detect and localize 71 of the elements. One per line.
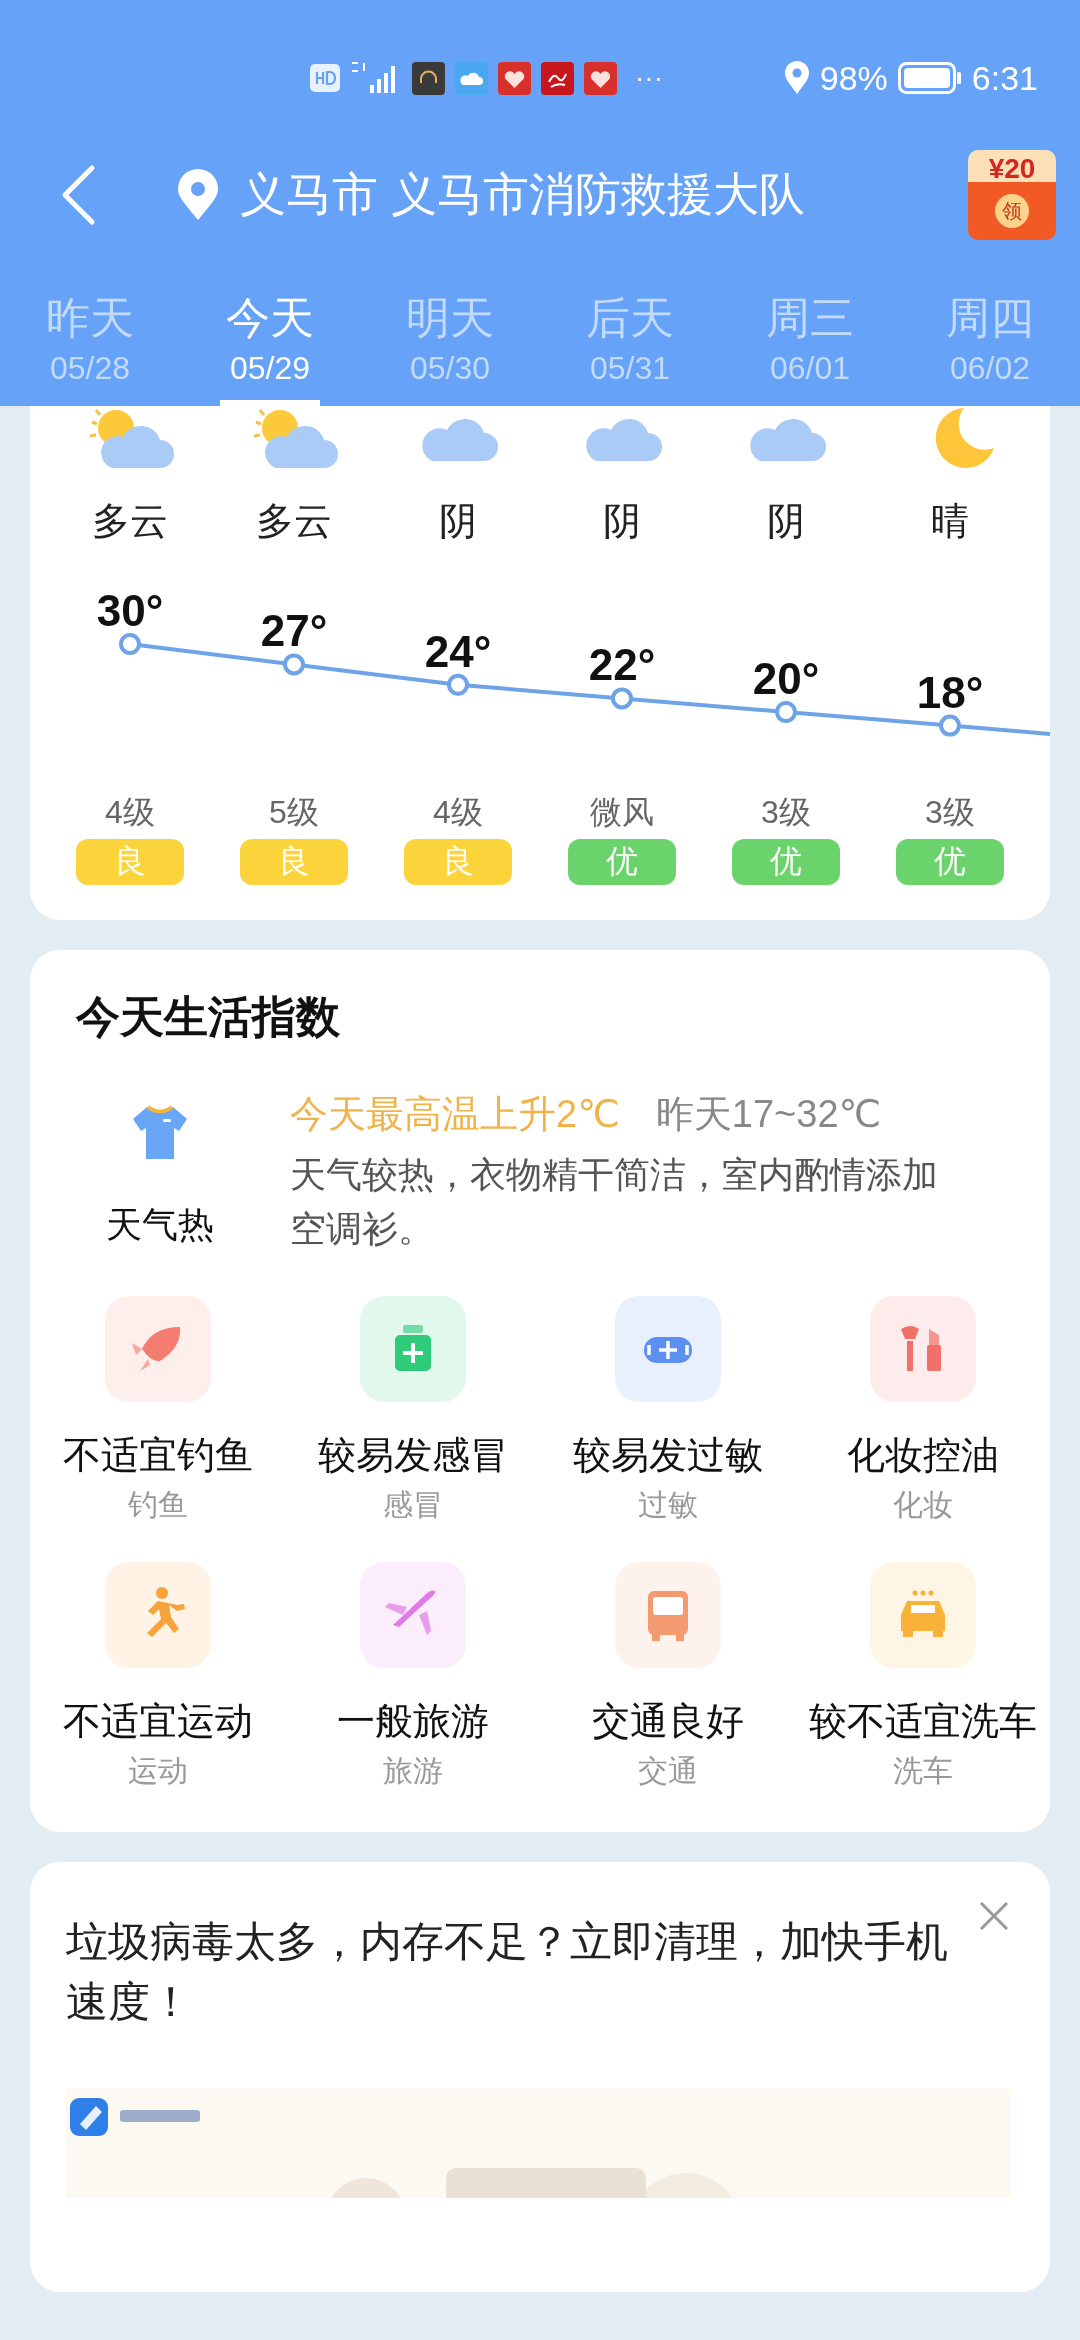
air-quality-badge: 优 [568, 839, 676, 885]
weather-condition: 晴 [931, 499, 969, 544]
index-tile[interactable] [104, 1296, 211, 1402]
index-tile[interactable] [104, 1562, 211, 1668]
weather-condition: 阴 [767, 499, 805, 544]
index-tile[interactable] [359, 1562, 466, 1668]
air-quality-badge: 优 [732, 839, 840, 885]
temperature-label: 22° [588, 640, 656, 690]
index-category: 感冒 [382, 1487, 443, 1523]
index-category: 钓鱼 [127, 1487, 188, 1523]
more-notifications: ··· [635, 62, 663, 94]
clock: 6:31 [971, 58, 1038, 98]
wind-level: 4级 [105, 793, 155, 832]
day-tab[interactable]: 周三 06/01 [760, 290, 860, 406]
battery-percent: 98% [819, 58, 888, 98]
temperature-label: 24° [424, 626, 492, 676]
index-title: 较不适宜洗车 [808, 1699, 1037, 1744]
battery-icon [897, 62, 962, 94]
hd-icon [310, 64, 340, 92]
air-quality-badge: 良 [404, 839, 512, 885]
index-category: 过敏 [637, 1487, 698, 1523]
index-tile[interactable] [614, 1562, 721, 1668]
index-category: 运动 [127, 1753, 188, 1789]
temperature-change: 今天最高温上升2℃ [290, 1092, 620, 1137]
weather-condition: 阴 [603, 499, 641, 544]
index-title: 不适宜运动 [62, 1699, 253, 1744]
index-category: 旅游 [382, 1753, 443, 1789]
coupon-button[interactable]: ¥20 领 [968, 150, 1056, 240]
section-title: 今天生活指数 [76, 991, 341, 1043]
location-icon [176, 169, 220, 221]
weather-condition: 多云 [256, 499, 332, 544]
wind-level: 3级 [761, 793, 811, 832]
back-button[interactable] [60, 164, 96, 226]
index-title: 较易发过敏 [572, 1433, 763, 1478]
air-quality-badge: 良 [76, 839, 184, 885]
index-tile[interactable] [614, 1296, 721, 1402]
temperature-label: 27° [260, 606, 328, 656]
yesterday-range: 昨天17~32℃ [655, 1092, 882, 1137]
temperature-label: 18° [916, 667, 984, 717]
index-title: 较易发感冒 [317, 1433, 508, 1478]
ad-text: 垃圾病毒太多，内存不足？立即清理，加快手机速度！ [66, 1917, 949, 2027]
index-category: 交通 [637, 1753, 698, 1789]
location-icon [783, 61, 810, 95]
day-tab[interactable]: 明天 05/30 [400, 290, 500, 406]
air-quality-badge: 优 [896, 839, 1004, 885]
t-shirt-icon [131, 1105, 189, 1161]
clothing-advice: 天气较热，衣物精干简洁，室内酌情添加空调衫。 [290, 1153, 939, 1251]
day-tab[interactable]: 后天 05/31 [580, 290, 680, 406]
location-title[interactable]: 义马市 义马市消防救援大队 [240, 164, 968, 226]
day-tab[interactable]: 周四 06/02 [940, 290, 1040, 406]
index-title: 交通良好 [591, 1699, 744, 1744]
weather-condition: 多云 [92, 499, 168, 544]
index-tile[interactable] [359, 1296, 466, 1402]
index-category: 化妆 [892, 1487, 953, 1523]
air-quality-badge: 良 [240, 839, 348, 885]
clothing-label: 天气热 [106, 1203, 214, 1247]
index-category: 洗车 [892, 1753, 953, 1789]
index-title: 不适宜钓鱼 [62, 1433, 253, 1478]
index-tile[interactable] [869, 1296, 976, 1402]
wind-level: 微风 [590, 793, 654, 832]
wind-level: 3级 [925, 793, 975, 832]
wind-level: 5级 [269, 793, 319, 832]
weather-condition: 阴 [439, 499, 477, 544]
day-tab[interactable]: 昨天 05/28 [40, 290, 140, 406]
index-tile[interactable] [869, 1562, 976, 1668]
wind-level: 4级 [433, 793, 483, 832]
index-title: 一般旅游 [336, 1699, 489, 1744]
temperature-label: 20° [752, 654, 820, 703]
index-title: 化妆控油 [846, 1433, 999, 1478]
temperature-label: 30° [96, 586, 164, 635]
close-icon[interactable] [978, 1900, 1010, 1932]
